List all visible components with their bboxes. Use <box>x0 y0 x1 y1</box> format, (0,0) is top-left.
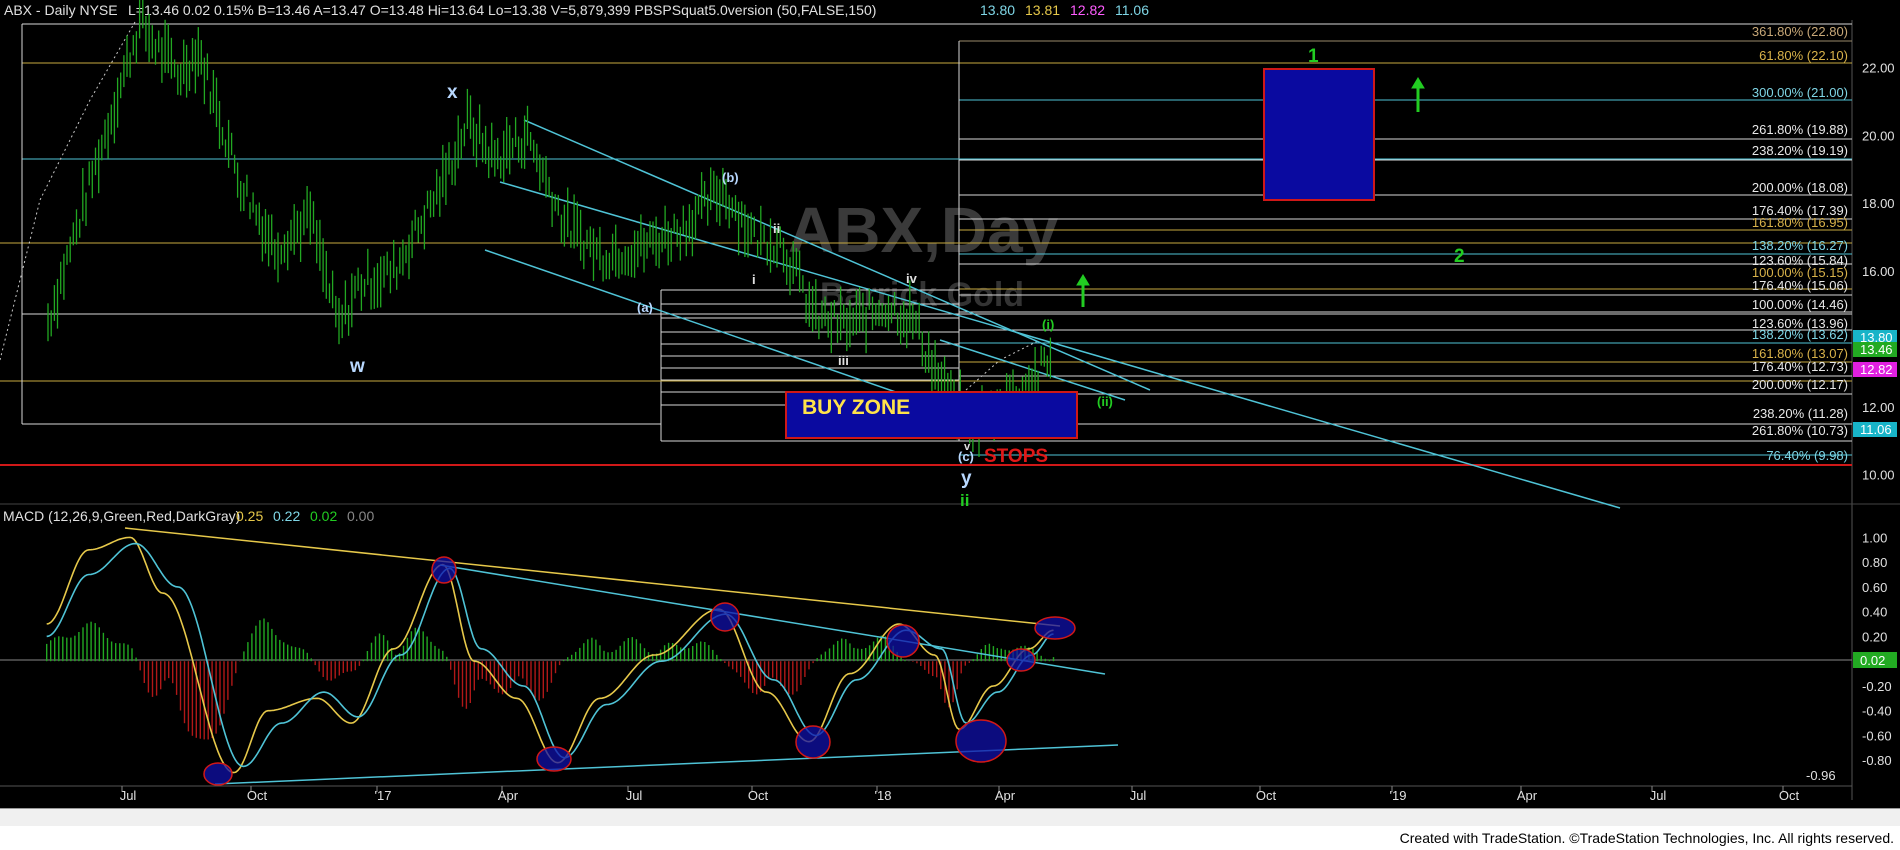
price-axis-label: 20.00 <box>1862 128 1895 143</box>
time-axis-label: Oct <box>748 788 769 803</box>
time-axis-label: '17 <box>375 788 392 803</box>
symbol-label: ABX - Daily NYSE <box>4 2 118 18</box>
chart-window: ABX - Daily NYSE L=13.46 0.02 0.15% B=13… <box>0 0 1900 850</box>
fib-label: 200.00% (18.08) <box>1752 180 1848 195</box>
fib-labels: 361.80% (22.80) 61.80% (22.10) 300.00% (21… <box>1752 24 1848 463</box>
fib-label: 200.00% (12.17) <box>1752 377 1848 392</box>
macd-value: 0.25 <box>236 508 263 524</box>
wave-connector <box>0 21 136 361</box>
price-axis-label: 22.00 <box>1862 61 1895 76</box>
time-axis: Jul Oct '17 Apr Jul Oct '18 Apr Jul Oct '19 Apr Jul O… <box>120 786 1800 803</box>
wave-label-w: w <box>349 356 365 377</box>
macd-axis: 1.00 0.80 0.60 0.40 0.20 -0.20 -0.40 -0.60 -0.80 <box>1862 530 1892 768</box>
study-value: 11.06 <box>1115 2 1149 18</box>
fib-label: 100.00% (14.46) <box>1752 297 1848 312</box>
target-box <box>1263 68 1375 201</box>
wave-label-iii: iii <box>838 353 849 368</box>
price-axis-label: 10.00 <box>1862 468 1895 483</box>
macd-axis-label: 1.00 <box>1862 530 1887 545</box>
study-value: 12.82 <box>1070 2 1105 18</box>
time-axis-label: Apr <box>1517 788 1538 803</box>
horizontal-scrollbar[interactable] <box>0 808 1900 827</box>
study-values: 13.80 13.81 12.82 11.06 <box>980 2 1149 18</box>
macd-value: 0.02 <box>310 508 337 524</box>
price-tags: 13.8013.4612.8211.06 <box>1853 330 1897 437</box>
fib-label: 238.20% (19.19) <box>1752 143 1848 158</box>
macd-axis-label: 0.60 <box>1862 580 1887 595</box>
wave-label-i: i <box>752 272 756 287</box>
wave-label-ii: ii <box>773 221 780 236</box>
up-arrow-icon <box>1411 77 1425 112</box>
macd-low-label: -0.96 <box>1806 768 1836 783</box>
macd-axis-label: -0.40 <box>1862 704 1892 719</box>
fib-label: 238.20% (11.28) <box>1753 406 1848 421</box>
macd-axis-label: -0.20 <box>1862 679 1892 694</box>
fib-label: 176.40% (15.06) <box>1752 278 1848 293</box>
wave-label-y: y <box>961 468 972 489</box>
footer: Created with TradeStation. ©TradeStation… <box>0 826 1900 850</box>
time-axis-label: Jul <box>1130 788 1147 803</box>
wave-label-ii-green: ii <box>960 491 969 510</box>
price-tag: 11.06 <box>1860 422 1892 437</box>
fib-label: 300.00% (21.00) <box>1752 85 1848 100</box>
quote-stats: L=13.46 0.02 0.15% B=13.46 A=13.47 O=13.… <box>128 2 876 18</box>
price-axis-label: 12.00 <box>1862 400 1895 415</box>
price-tag: 13.46 <box>1860 342 1893 357</box>
time-axis-label: '19 <box>1390 788 1407 803</box>
fib-label: 261.80% (19.88) <box>1752 122 1848 137</box>
time-axis-label: Jul <box>1650 788 1667 803</box>
price-axis: 22.0020.0018.0016.0014.0012.0010.00 <box>1862 61 1895 483</box>
study-value: 13.80 <box>980 2 1015 18</box>
copyright-text: Created with TradeStation. ©TradeStation… <box>1399 830 1894 846</box>
fib-label: 261.80% (10.73) <box>1752 423 1848 438</box>
time-axis-label: Oct <box>1256 788 1277 803</box>
wave-label-x: x <box>447 82 458 103</box>
macd-tag: 0.02 <box>1860 653 1885 668</box>
stops-label: STOPS <box>984 446 1048 467</box>
macd-axis-label: -0.80 <box>1862 753 1892 768</box>
wave-label-i-paren: (i) <box>1042 317 1054 332</box>
macd-axis-label: -0.60 <box>1862 728 1892 743</box>
time-axis-label: Apr <box>498 788 519 803</box>
macd-axis-label: 0.40 <box>1862 605 1887 620</box>
macd-values: 0.25 0.22 0.02 0.00 <box>236 508 374 524</box>
wave-label-a: (a) <box>637 300 653 315</box>
macd-value: 0.00 <box>347 508 374 524</box>
wave-label-v: v <box>964 441 971 453</box>
macd-value: 0.22 <box>273 508 300 524</box>
macd-axis-label: 0.20 <box>1862 629 1887 644</box>
time-axis-label: '18 <box>875 788 892 803</box>
fib-label: 176.40% (12.73) <box>1752 359 1848 374</box>
wave-label-iv: iv <box>906 271 918 286</box>
time-axis-label: Oct <box>1779 788 1800 803</box>
chart-canvas[interactable]: ABX - Daily NYSE L=13.46 0.02 0.15% B=13… <box>0 0 1900 808</box>
price-axis-label: 18.00 <box>1862 196 1895 211</box>
macd-title: MACD (12,26,9,Green,Red,DarkGray) <box>3 508 240 524</box>
wave-target-2: 2 <box>1454 246 1465 267</box>
buy-zone-label: BUY ZONE <box>802 396 910 419</box>
time-axis-label: Apr <box>995 788 1016 803</box>
time-axis-label: Jul <box>626 788 643 803</box>
price-tag: 12.82 <box>1860 362 1893 377</box>
time-axis-label: Jul <box>120 788 137 803</box>
fib-label: 61.80% (22.10) <box>1759 48 1848 63</box>
fib-label: 76.40% (9.98) <box>1766 448 1848 463</box>
fib-label: 361.80% (22.80) <box>1752 24 1848 39</box>
macd-axis-label: 0.80 <box>1862 555 1887 570</box>
fib-label: 138.20% (16.27) <box>1752 238 1848 253</box>
study-value: 13.81 <box>1025 2 1060 18</box>
up-arrow-icon-2 <box>1076 274 1090 307</box>
fib-label: 161.80% (16.95) <box>1752 215 1848 230</box>
wave-target-1: 1 <box>1308 46 1319 67</box>
price-axis-label: 16.00 <box>1862 264 1895 279</box>
wave-label-ii-paren: (ii) <box>1097 394 1113 409</box>
wave-label-b: (b) <box>722 170 739 185</box>
time-axis-label: Oct <box>247 788 268 803</box>
fib-label: 138.20% (13.62) <box>1752 327 1848 342</box>
